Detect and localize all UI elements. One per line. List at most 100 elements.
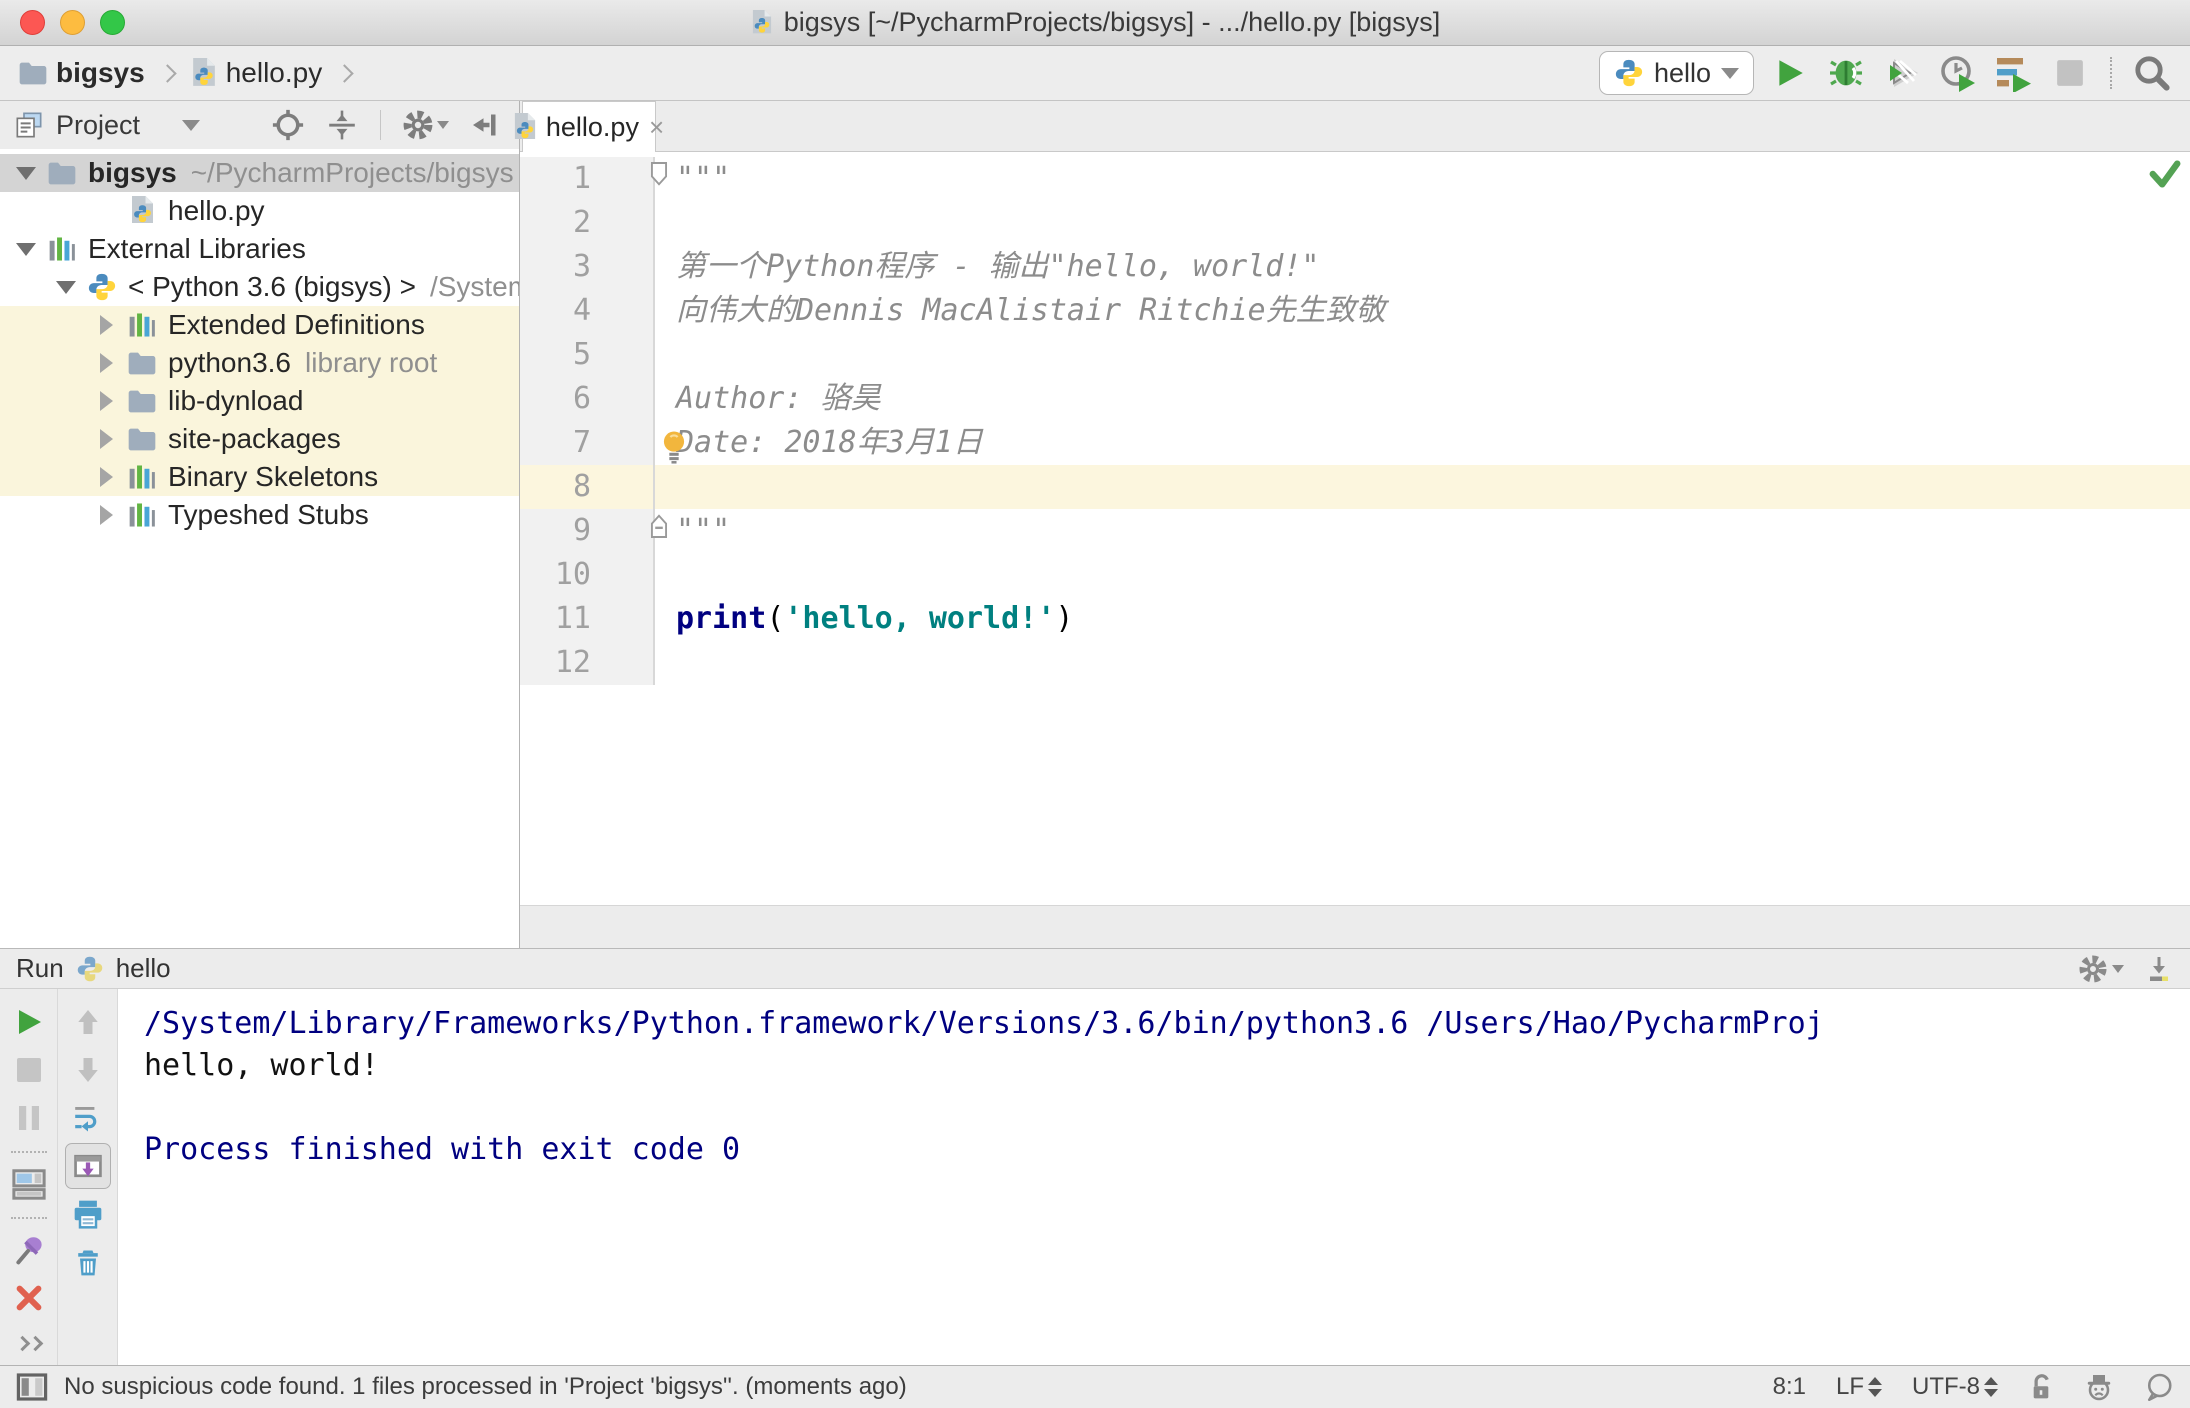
more-actions-icon[interactable] — [14, 1335, 43, 1352]
unlock-icon[interactable] — [2028, 1373, 2054, 1401]
rerun-button[interactable] — [6, 999, 52, 1045]
gutter-line-number[interactable]: 10 — [520, 553, 655, 597]
tree-row-lib-dynload[interactable]: lib-dynload — [0, 382, 519, 420]
concurrency-diagram-button[interactable] — [1994, 53, 2034, 93]
stop-button[interactable] — [6, 1047, 52, 1093]
tree-collapsed-arrow-icon[interactable] — [88, 429, 124, 449]
breadcrumb-item-hello-py[interactable]: hello.py — [226, 57, 323, 89]
editor-line-7[interactable]: 7 Date: 2018年3月1日 — [520, 421, 2190, 465]
pause-output-button[interactable] — [6, 1095, 52, 1141]
editor-line-5[interactable]: 5 — [520, 333, 2190, 377]
run-with-coverage-button[interactable] — [1882, 53, 1922, 93]
gutter-line-number[interactable]: 8 — [520, 465, 655, 509]
tree-row-typeshed-stubs[interactable]: Typeshed Stubs — [0, 496, 519, 534]
hector-inspections-icon[interactable] — [2084, 1372, 2114, 1402]
up-stack-trace-icon[interactable] — [65, 999, 111, 1045]
tree-expanded-arrow-icon[interactable] — [8, 166, 44, 180]
tree-collapsed-arrow-icon[interactable] — [88, 467, 124, 487]
debug-button[interactable] — [1826, 53, 1866, 93]
clear-all-icon[interactable] — [65, 1239, 111, 1285]
editor-line-1[interactable]: 1 """ — [520, 157, 2190, 201]
hide-panel-down-icon[interactable] — [2144, 954, 2174, 984]
pin-tab-button[interactable] — [6, 1227, 52, 1273]
folder-icon — [44, 161, 80, 186]
run-configuration-label: hello — [1653, 57, 1711, 88]
soft-wrap-icon[interactable] — [65, 1095, 111, 1141]
gutter-line-number[interactable]: 3 — [520, 245, 655, 289]
close-panel-button[interactable] — [6, 1275, 52, 1321]
fold-marker-end-icon[interactable] — [648, 513, 670, 539]
editor-line-12[interactable]: 12 — [520, 641, 2190, 685]
gutter-line-number[interactable]: 11 — [520, 597, 655, 641]
editor-line-3[interactable]: 3 第一个Python程序 - 输出"hello, world!" — [520, 245, 2190, 289]
editor-line-11[interactable]: 11 print('hello, world!') — [520, 597, 2190, 641]
tree-expanded-arrow-icon[interactable] — [48, 280, 84, 294]
title-bar: bigsys [~/PycharmProjects/bigsys] - .../… — [0, 0, 2190, 46]
close-tab-icon[interactable]: × — [647, 114, 666, 140]
down-stack-trace-icon[interactable] — [65, 1047, 111, 1093]
stop-button[interactable] — [2050, 53, 2090, 93]
search-everywhere-icon[interactable] — [2132, 53, 2172, 93]
run-configuration-selector[interactable]: hello — [1598, 51, 1754, 95]
editor-line-4[interactable]: 4 向伟大的Dennis MacAlistair Ritchie先生致敬 — [520, 289, 2190, 333]
gutter-line-number[interactable]: 6 — [520, 377, 655, 421]
tree-expanded-arrow-icon[interactable] — [8, 242, 44, 256]
console-line: hello, world! — [144, 1048, 379, 1083]
scroll-to-end-button[interactable] — [64, 1143, 111, 1189]
print-icon[interactable] — [65, 1191, 111, 1237]
locate-icon[interactable] — [268, 105, 308, 145]
event-log-bubble-icon[interactable] — [2144, 1372, 2174, 1402]
gutter-line-number[interactable]: 7 — [520, 421, 655, 465]
gutter-line-number[interactable]: 12 — [520, 641, 655, 685]
tree-row-site-packages[interactable]: site-packages — [0, 420, 519, 458]
status-message[interactable]: No suspicious code found. 1 files proces… — [64, 1373, 907, 1401]
tree-collapsed-arrow-icon[interactable] — [88, 391, 124, 411]
gutter-line-number[interactable]: 5 — [520, 333, 655, 377]
run-console[interactable]: /System/Library/Frameworks/Python.framew… — [118, 989, 2190, 1365]
toggle-toolwindows-icon[interactable] — [16, 1372, 48, 1402]
gutter-line-number[interactable]: 1 — [520, 157, 668, 201]
gutter-line-number[interactable]: 2 — [520, 201, 655, 245]
tree-row-bigsys[interactable]: bigsys ~/PycharmProjects/bigsys — [0, 154, 519, 192]
editor-line-10[interactable]: 10 — [520, 553, 2190, 597]
tree-collapsed-arrow-icon[interactable] — [88, 505, 124, 525]
run-button[interactable] — [1770, 53, 1810, 93]
encoding-widget[interactable]: UTF-8 — [1912, 1373, 1998, 1401]
chevron-down-icon[interactable] — [182, 119, 201, 131]
run-tab-config-label[interactable]: hello — [116, 953, 171, 984]
updown-arrows-icon — [1984, 1377, 1998, 1397]
gear-icon[interactable] — [399, 105, 451, 145]
tree-collapsed-arrow-icon[interactable] — [88, 353, 124, 373]
gear-icon[interactable] — [2078, 954, 2124, 984]
tree-row-external-libraries[interactable]: External Libraries — [0, 230, 519, 268]
editor-line-8[interactable]: 8 — [520, 465, 2190, 509]
tree-row-python3.6[interactable]: python3.6 library root — [0, 344, 519, 382]
intention-bulb-icon[interactable] — [659, 429, 689, 465]
inspection-ok-icon[interactable] — [2148, 158, 2182, 190]
gutter-line-number[interactable]: 4 — [520, 289, 655, 333]
run-toolbar-outer — [0, 989, 58, 1365]
code-line-text: 向伟大的Dennis MacAlistair Ritchie先生致敬 — [655, 289, 2190, 333]
breadcrumb-item-bigsys[interactable]: bigsys — [56, 57, 145, 89]
hide-panel-icon[interactable] — [465, 105, 505, 145]
caret-position-widget[interactable]: 8:1 — [1773, 1373, 1806, 1401]
tree-row-python-3.6-bigsys[interactable]: < Python 3.6 (bigsys) > /System — [0, 268, 519, 306]
run-tool-window: Run hello /System/Library/Frameworks/Pyt… — [0, 948, 2190, 1365]
profile-button[interactable] — [1938, 53, 1978, 93]
tree-row-hello.py[interactable]: hello.py — [0, 192, 519, 230]
tree-collapsed-arrow-icon[interactable] — [88, 315, 124, 335]
restore-layout-button[interactable] — [6, 1161, 52, 1207]
tree-row-binary-skeletons[interactable]: Binary Skeletons — [0, 458, 519, 496]
code-editor[interactable]: 1 """ 2 3 第一个Python程序 - 输出"hello, world!" 4 向… — [520, 152, 2190, 905]
editor-line-6[interactable]: 6 Author: 骆昊 — [520, 377, 2190, 421]
editor-line-2[interactable]: 2 — [520, 201, 2190, 245]
tree-row-extended-definitions[interactable]: Extended Definitions — [0, 306, 519, 344]
line-separator-widget[interactable]: LF — [1836, 1373, 1882, 1401]
fold-marker-start-icon[interactable] — [648, 161, 670, 187]
collapse-all-icon[interactable] — [322, 105, 362, 145]
gutter-line-number[interactable]: 9 — [520, 509, 668, 553]
tab-hello-py[interactable]: hello.py × — [514, 101, 664, 152]
run-panel-title[interactable]: Run — [16, 953, 64, 984]
editor-line-9[interactable]: 9 """ — [520, 509, 2190, 553]
project-panel-title[interactable]: Project — [56, 110, 140, 141]
